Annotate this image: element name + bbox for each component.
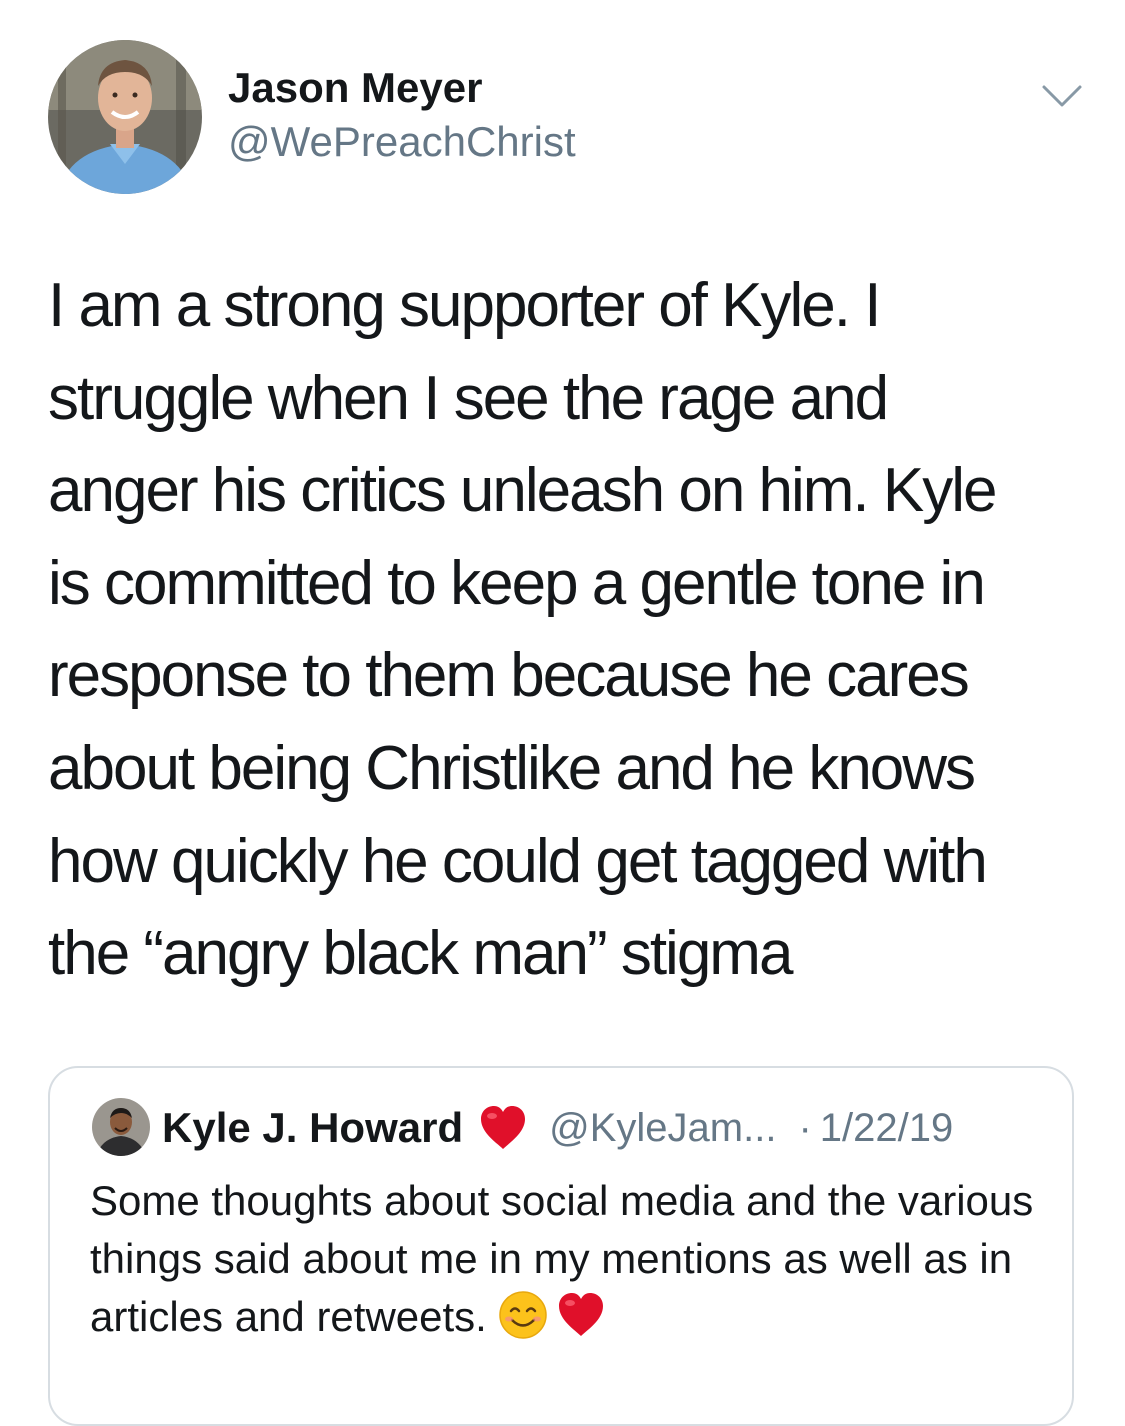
red-heart-icon xyxy=(477,1103,529,1153)
quoted-author-handle[interactable]: @KyleJam... xyxy=(549,1106,776,1151)
chevron-down-icon[interactable] xyxy=(1040,78,1084,114)
quoted-tweet-header: Kyle J. Howard @KyleJam... · 1/22/19 xyxy=(162,1100,953,1156)
red-heart-icon xyxy=(555,1289,607,1341)
author-avatar[interactable] xyxy=(48,40,202,194)
quoted-tweet-text: Some thoughts about social media and the… xyxy=(90,1172,1050,1346)
quoted-tweet-date[interactable]: 1/22/19 xyxy=(820,1106,953,1151)
quoted-tweet-card[interactable]: Kyle J. Howard @KyleJam... · 1/22/19 Som… xyxy=(48,1066,1074,1426)
smiling-face-icon xyxy=(497,1289,549,1341)
tweet: Jason Meyer @WePreachChrist I am a stron… xyxy=(0,0,1125,1426)
tweet-text: I am a strong supporter of Kyle. I strug… xyxy=(48,271,997,989)
author-name[interactable]: Jason Meyer xyxy=(228,64,482,112)
quoted-author-name[interactable]: Kyle J. Howard xyxy=(162,1104,463,1152)
author-handle[interactable]: @WePreachChrist xyxy=(228,118,576,166)
previous-tweet-cutoff xyxy=(0,0,1125,14)
quoted-author-avatar[interactable] xyxy=(92,1098,150,1156)
meta-separator: · xyxy=(798,1105,812,1150)
